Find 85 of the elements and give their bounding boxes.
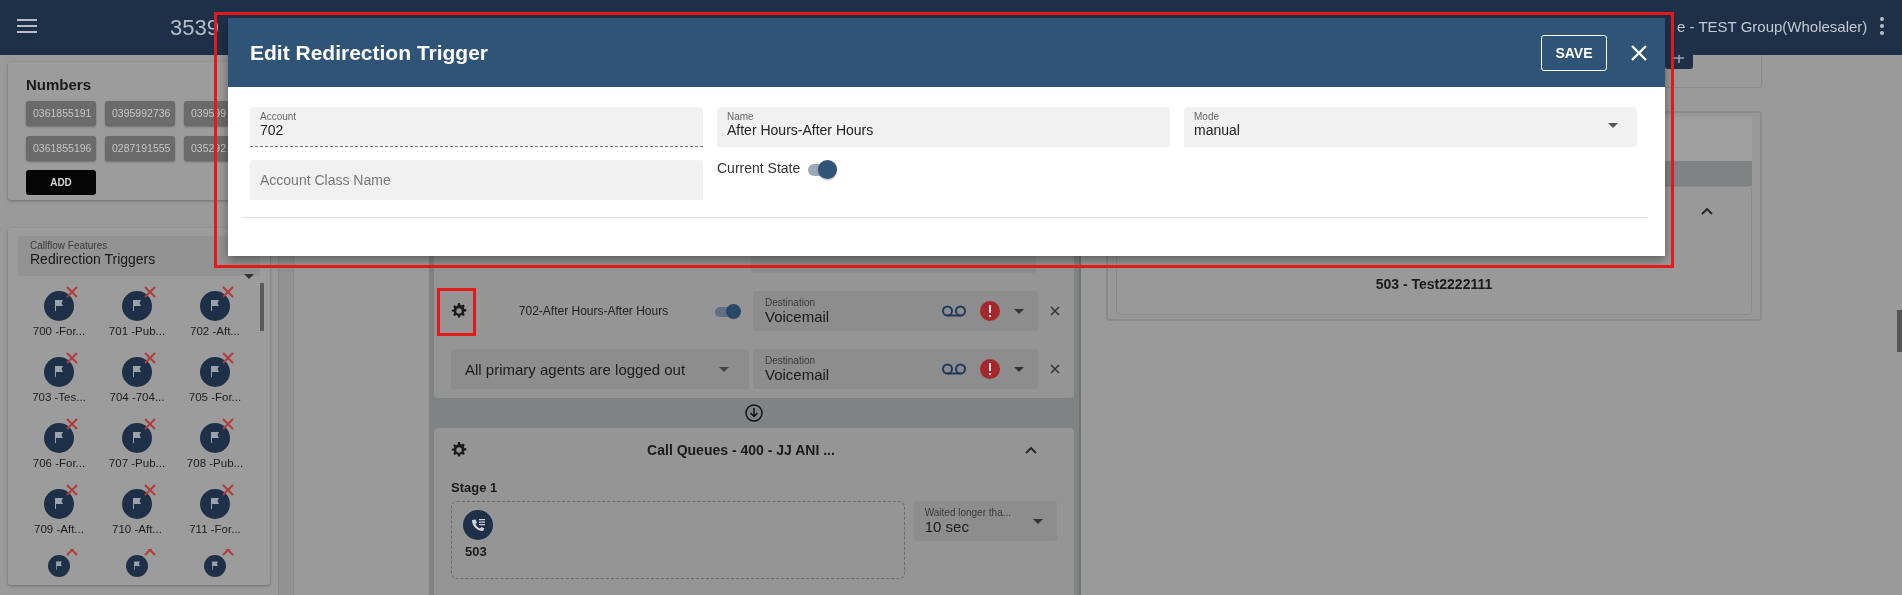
feature-select[interactable]: Callflow Features Redirection Triggers xyxy=(18,236,260,276)
trigger-label: 708 -Pub... xyxy=(186,457,244,469)
remove-icon[interactable] xyxy=(66,352,78,364)
chevron-up-icon[interactable] xyxy=(1701,207,1713,215)
number-chip[interactable]: 0361855191 xyxy=(26,101,96,126)
more-icon[interactable] xyxy=(1880,17,1884,35)
trigger-name: 702-After Hours-After Hours xyxy=(517,304,670,318)
trigger-label: 700 -For... xyxy=(32,325,86,337)
number-chip[interactable]: 0395992736 xyxy=(105,101,175,126)
remove-icon[interactable] xyxy=(222,286,234,298)
add-button[interactable]: ADD xyxy=(26,170,96,195)
scrollbar[interactable] xyxy=(260,283,264,331)
flag-icon xyxy=(200,291,230,321)
remove-icon[interactable] xyxy=(144,352,156,364)
field-label: Current State xyxy=(717,160,801,176)
close-icon[interactable] xyxy=(1050,364,1060,374)
phone-list-icon xyxy=(463,510,493,540)
trigger-label: 701 -Pub... xyxy=(108,325,166,337)
highlight-frame xyxy=(437,288,476,336)
remove-icon[interactable] xyxy=(66,286,78,298)
save-button[interactable]: SAVE xyxy=(1541,34,1607,71)
mode-select[interactable]: Mode manual xyxy=(1184,107,1637,147)
number-chip[interactable]: 0287191555 xyxy=(105,136,175,161)
dialog-title: Edit Redirection Trigger xyxy=(250,40,490,65)
number-chip[interactable]: 0361855196 xyxy=(26,136,96,161)
flag-icon xyxy=(200,357,230,387)
remove-icon[interactable] xyxy=(144,484,156,496)
trigger-label: 706 -For... xyxy=(32,457,86,469)
voicemail-icon xyxy=(942,363,966,375)
remove-icon[interactable] xyxy=(144,286,156,298)
toggle-switch[interactable] xyxy=(808,160,835,180)
flag-icon xyxy=(200,489,230,519)
trigger-label: 709 -Aft... xyxy=(34,523,84,535)
trigger-label: 703 -Tes... xyxy=(32,391,86,403)
flag-icon xyxy=(122,357,152,387)
destination-field[interactable]: Destination Voicemail xyxy=(753,349,1038,389)
remove-icon[interactable] xyxy=(222,484,234,496)
caret-down-icon xyxy=(244,274,254,279)
flag-icon xyxy=(122,423,152,453)
remove-icon[interactable] xyxy=(66,418,78,430)
trigger-label: 704 -704... xyxy=(109,391,165,403)
member-label: 503 xyxy=(465,544,487,559)
caret-down-icon xyxy=(1033,518,1043,524)
flag-icon xyxy=(44,423,74,453)
caret-down-icon xyxy=(1608,123,1618,128)
close-icon[interactable] xyxy=(1050,306,1060,316)
trigger-label: 702 -Aft... xyxy=(190,325,240,337)
condition-select[interactable]: All primary agents are logged out xyxy=(451,349,749,389)
arrow-down-circle-icon xyxy=(745,404,763,422)
flag-icon xyxy=(122,291,152,321)
stage-label: Stage 1 xyxy=(451,480,499,495)
settings-icon[interactable] xyxy=(451,303,467,319)
wait-select[interactable]: Waited longer tha... 10 sec xyxy=(913,501,1057,541)
caret-down-icon xyxy=(719,366,729,372)
input-field[interactable]: Name After Hours-After Hours xyxy=(717,107,1170,147)
flag-icon xyxy=(44,291,74,321)
card-title: Call Queues - 400 - JJ ANI ... xyxy=(647,442,835,458)
plus-icon xyxy=(1674,55,1684,63)
voicemail-icon xyxy=(942,305,966,317)
flag-icon xyxy=(44,357,74,387)
remove-icon[interactable] xyxy=(222,418,234,430)
trigger-label: 705 -For... xyxy=(188,391,242,403)
input-field[interactable]: Account Class Name xyxy=(250,160,703,200)
caret-down-icon xyxy=(1014,366,1024,372)
destination-field[interactable]: Destination Voicemail xyxy=(753,291,1038,331)
account-name: e - TEST Group(Wholesaler) xyxy=(1677,18,1868,35)
member-name: 503 - Test2222111 xyxy=(1375,276,1493,292)
caret-down-icon xyxy=(1014,308,1024,314)
flag-icon xyxy=(44,489,74,519)
trigger-label: 710 -Aft... xyxy=(112,523,162,535)
chevron-up-icon[interactable] xyxy=(1025,446,1037,454)
menu-icon[interactable] xyxy=(17,18,37,34)
panel-title: Numbers xyxy=(26,76,93,93)
error-icon xyxy=(980,301,1000,321)
trigger-label: 711 -For... xyxy=(189,523,241,535)
scrollbar[interactable] xyxy=(1897,310,1902,352)
trigger-label: 707 -Pub... xyxy=(108,457,166,469)
remove-icon[interactable] xyxy=(144,418,156,430)
error-icon xyxy=(980,359,1000,379)
flag-icon xyxy=(200,423,230,453)
toggle-switch[interactable] xyxy=(715,304,741,318)
remove-icon[interactable] xyxy=(66,484,78,496)
flag-icon xyxy=(122,489,152,519)
remove-icon[interactable] xyxy=(222,352,234,364)
settings-icon[interactable] xyxy=(451,442,467,458)
